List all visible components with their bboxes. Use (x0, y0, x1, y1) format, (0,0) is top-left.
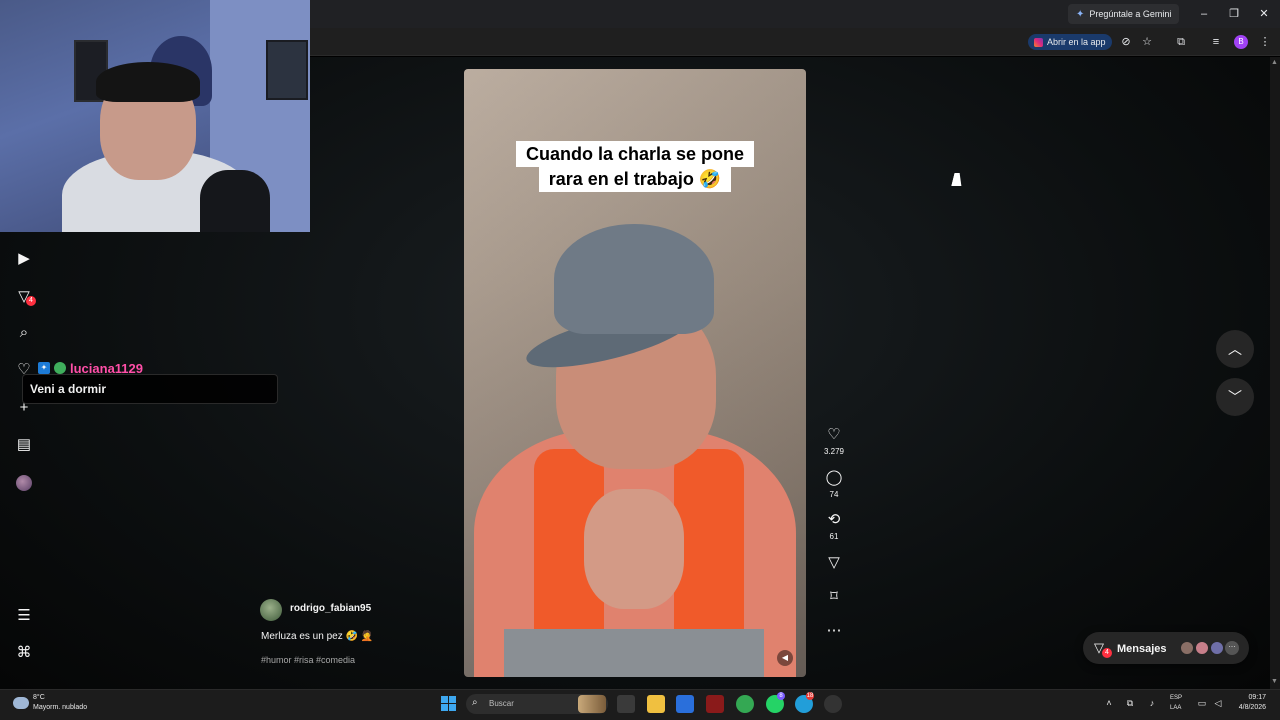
subscriber-badge-icon: ✦ (38, 362, 50, 374)
dashboard-icon[interactable]: ▤ (14, 435, 34, 455)
post-hashtags[interactable]: #humor #risa #comedia (261, 655, 355, 665)
tray-network-app-icon[interactable]: ⧉ (1123, 698, 1137, 709)
browser-menu-icon[interactable]: ⋮ (1257, 34, 1273, 50)
profile-avatar[interactable]: B (1234, 35, 1248, 49)
language-indicator[interactable]: ESP (1170, 695, 1182, 701)
tray-microphone-icon[interactable]: ♪ (1145, 698, 1159, 708)
tray-volume-icon[interactable]: ◁ (1211, 698, 1225, 709)
scroll-down-icon[interactable]: ▼ (1271, 678, 1278, 685)
minimize-icon[interactable]: – (1190, 4, 1218, 24)
tray-display-icon[interactable]: ▭ (1195, 698, 1209, 709)
page-scrollbar[interactable] (1270, 57, 1280, 689)
comment-icon[interactable]: ◯ (824, 468, 844, 488)
author-avatar[interactable] (260, 599, 282, 621)
author-username[interactable]: rodrigo_fabian95 (290, 603, 371, 614)
more-options-icon[interactable]: ⋯ (824, 621, 844, 641)
scroll-up-icon[interactable]: ▲ (1271, 59, 1278, 66)
gemini-label: Pregúntale a Gemini (1089, 9, 1172, 19)
gemini-sparkle-icon: ✦ (1076, 8, 1085, 20)
clock-time[interactable]: 09:17 (1236, 694, 1266, 701)
extensions-icon[interactable]: ⧉ (1173, 34, 1189, 50)
video-cap (554, 224, 714, 334)
windows-start-icon[interactable] (441, 696, 456, 711)
messages-label: Mensajes (1117, 643, 1167, 655)
instagram-icon (1034, 37, 1043, 47)
messages-badge: 4 (1102, 648, 1112, 658)
message-avatar (1195, 641, 1209, 655)
shield-app-icon[interactable] (706, 695, 724, 713)
repost-icon[interactable]: ⟲ (824, 510, 844, 530)
video-hands (584, 489, 684, 609)
task-view-icon[interactable] (617, 695, 635, 713)
mute-icon[interactable]: ◀ (777, 650, 793, 666)
verified-badge-icon (54, 362, 66, 374)
previous-reel-chevron-up-icon[interactable]: ︿ (1216, 330, 1254, 368)
more-dots-icon: ⋯ (1225, 641, 1239, 655)
taskbar-search-icon: ⌕ (472, 697, 478, 708)
discord-badge: 18 (806, 692, 814, 700)
like-heart-icon[interactable]: ♡ (824, 425, 844, 445)
overlay-line-1: Cuando la charla se pone (515, 141, 755, 167)
hamburger-menu-icon[interactable]: ☰ (14, 606, 34, 626)
overlay-line-2: rara en el trabajo 🤣 (538, 166, 732, 192)
chat-message: Veni a dormir (30, 382, 107, 396)
reel-video[interactable]: Cuando la charla se pone rara en el trab… (464, 69, 806, 677)
media-controls-icon[interactable]: ≡ (1208, 34, 1224, 50)
outlook-icon[interactable] (676, 695, 694, 713)
save-bookmark-icon[interactable]: ⌑ (824, 587, 844, 607)
search-icon[interactable]: ⌕ (14, 323, 34, 343)
weather-temperature[interactable]: 8°C (33, 694, 45, 701)
chat-username: luciana1129 (70, 360, 143, 376)
chat-user: ✦ luciana1129 (38, 359, 143, 377)
weather-cloud-icon[interactable] (13, 697, 29, 709)
webcam-overlay (0, 0, 310, 232)
whatsapp-badge: 8 (777, 692, 785, 700)
tray-chevron-up-icon[interactable]: ˄ (1102, 698, 1116, 708)
notification-badge: 4 (26, 296, 36, 306)
like-count: 3.279 (823, 447, 845, 456)
open-app-label: Abrir en la app (1047, 37, 1106, 47)
open-in-app-button[interactable]: Abrir en la app (1028, 34, 1112, 50)
webcam-wall-frame (266, 40, 308, 100)
restore-icon[interactable]: ❐ (1220, 4, 1248, 24)
share-icon[interactable]: ▽ (824, 553, 844, 573)
webcam-person-hair (96, 62, 200, 102)
gemini-button[interactable]: ✦ Pregúntale a Gemini (1068, 4, 1180, 24)
file-explorer-icon[interactable] (647, 695, 665, 713)
taskbar-search-placeholder: Buscar (489, 699, 514, 708)
more-apps-icon[interactable]: ⌘ (14, 643, 34, 663)
profile-avatar-nav[interactable] (16, 475, 32, 491)
next-reel-chevron-down-icon[interactable]: ﹀ (1216, 378, 1254, 416)
post-caption: Merluza es un pez 🤣 🤦 (261, 631, 374, 642)
comment-count: 74 (829, 490, 839, 499)
eye-off-icon[interactable]: ⊘ (1118, 34, 1134, 50)
message-avatar (1180, 641, 1194, 655)
clock-date[interactable]: 4/8/2026 (1232, 704, 1266, 711)
search-highlight-image[interactable] (578, 695, 606, 713)
video-text-overlay: Cuando la charla se pone rara en el trab… (500, 141, 770, 192)
chrome-icon[interactable] (736, 695, 754, 713)
bookmark-star-icon[interactable]: ☆ (1139, 34, 1155, 50)
video-jeans (504, 629, 764, 677)
close-icon[interactable]: ✕ (1250, 4, 1278, 24)
obs-icon[interactable] (824, 695, 842, 713)
weather-description[interactable]: Mayorm. nublado (33, 704, 87, 711)
reels-icon[interactable]: ▶ (14, 249, 34, 269)
webcam-jacket (200, 170, 270, 232)
repost-count: 61 (829, 532, 839, 541)
keyboard-layout-indicator[interactable]: LAA (1170, 705, 1181, 711)
message-avatar (1210, 641, 1224, 655)
windows-taskbar (0, 689, 1280, 720)
